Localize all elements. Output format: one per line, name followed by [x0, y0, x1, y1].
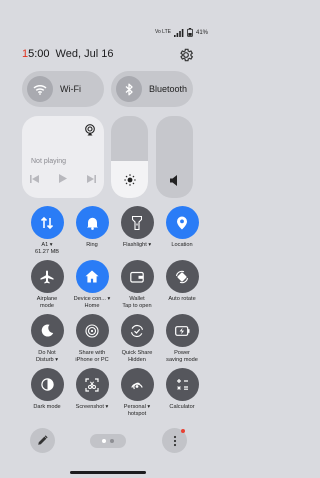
- tile-battery-saver[interactable]: Power saving mode: [158, 314, 206, 363]
- wallet-icon: [120, 260, 154, 293]
- volte-indicator: Vo LTE: [154, 29, 171, 35]
- pencil-icon: [38, 435, 48, 445]
- tile-label: Auto rotate: [168, 296, 196, 302]
- share-icon: [75, 314, 109, 347]
- media-status: Not playing: [31, 158, 67, 165]
- settings-button[interactable]: [178, 47, 194, 63]
- moon-icon: [30, 314, 64, 347]
- brightness-icon: [111, 174, 148, 186]
- next-icon[interactable]: [87, 170, 96, 188]
- tile-label: A1 ▾: [41, 242, 53, 248]
- tile-hotspot[interactable]: Personal ▾ hotspot: [113, 368, 161, 417]
- home-icon: [75, 260, 109, 293]
- wifi-toggle[interactable]: Wi-Fi: [22, 71, 104, 107]
- tile-label: Quick Share: [121, 350, 153, 356]
- wifi-icon: [27, 76, 53, 102]
- tile-label: Do Not: [38, 350, 56, 356]
- tile-sublabel: iPhone or PC: [75, 356, 109, 363]
- tile-moon[interactable]: Do Not Disturb ▾: [23, 314, 71, 363]
- cast-icon[interactable]: [84, 123, 96, 141]
- speaker-icon: [156, 175, 193, 186]
- more-vertical-icon: [173, 435, 176, 446]
- tile-label: Personal ▾: [123, 404, 151, 410]
- tile-location[interactable]: Location: [158, 206, 206, 249]
- page-dot: [110, 439, 114, 443]
- tile-label: Location: [171, 242, 193, 248]
- status-bar: Vo LTE 41%: [0, 0, 216, 44]
- tile-label: Power: [174, 350, 190, 356]
- tile-sublabel: mode: [40, 302, 54, 309]
- more-options-button[interactable]: [162, 428, 187, 453]
- tile-sublabel: Home: [84, 302, 100, 309]
- battery-percent: 41%: [195, 29, 208, 36]
- play-icon[interactable]: [59, 170, 67, 188]
- wifi-label: Wi-Fi: [60, 84, 81, 94]
- tile-sublabel: saving mode: [166, 356, 198, 363]
- date[interactable]: Wed, Jul 16: [56, 48, 114, 60]
- tile-auto-rotate[interactable]: Auto rotate: [158, 260, 206, 303]
- bluetooth-label: Bluetooth: [149, 84, 188, 94]
- tile-label: Dark mode: [33, 404, 61, 410]
- tile-airplane[interactable]: Airplane mode: [23, 260, 71, 309]
- media-player[interactable]: Not playing: [22, 116, 104, 198]
- tile-bell[interactable]: Ring: [68, 206, 116, 249]
- quick-share-icon: [120, 314, 154, 347]
- flashlight-icon: [120, 206, 154, 239]
- tile-calculator[interactable]: Calculator: [158, 368, 206, 411]
- hotspot-icon: [120, 368, 154, 401]
- mobile-data-icon: [30, 206, 64, 239]
- tile-dark-mode[interactable]: Dark mode: [23, 368, 71, 411]
- volume-slider[interactable]: [156, 116, 193, 198]
- tile-sublabel: 61.27 MB: [35, 248, 59, 255]
- bluetooth-toggle[interactable]: Bluetooth: [111, 71, 193, 107]
- tile-mobile-data[interactable]: A1 ▾ 61.27 MB: [23, 206, 71, 255]
- tile-label: Ring: [86, 242, 98, 248]
- previous-icon[interactable]: [30, 170, 39, 188]
- calculator-icon: [165, 368, 199, 401]
- clock[interactable]: 15:00: [22, 48, 50, 60]
- tile-label: Flashlight ▾: [122, 242, 152, 248]
- tile-label: Share with: [78, 350, 106, 356]
- dark-mode-icon: [30, 368, 64, 401]
- brightness-slider[interactable]: [111, 116, 148, 198]
- page-dot-active: [102, 439, 106, 443]
- auto-rotate-icon: [165, 260, 199, 293]
- media-controls: [30, 170, 96, 188]
- tile-quick-share[interactable]: Quick Share Hidden: [113, 314, 161, 363]
- notification-badge: [181, 429, 185, 433]
- bell-icon: [75, 206, 109, 239]
- status-icons: Vo LTE 41%: [155, 28, 208, 37]
- cellular-signal-icon: [173, 28, 184, 37]
- edit-button[interactable]: [30, 428, 55, 453]
- tile-label: Calculator: [169, 404, 195, 410]
- tile-sublabel: hotspot: [127, 410, 147, 417]
- tile-label: Screenshot ▾: [75, 404, 109, 410]
- gear-icon: [180, 48, 194, 62]
- tile-share[interactable]: Share with iPhone or PC: [68, 314, 116, 363]
- tile-label: Airplane: [36, 296, 58, 302]
- bottom-controls: [0, 428, 216, 456]
- tile-sublabel: Hidden: [128, 356, 146, 363]
- tile-sublabel: Tap to open: [122, 302, 152, 309]
- tile-home[interactable]: Device con... ▾ Home: [68, 260, 116, 309]
- header: 15:00 Wed, Jul 16: [22, 48, 113, 60]
- tile-flashlight[interactable]: Flashlight ▾: [113, 206, 161, 249]
- tile-sublabel: Disturb ▾: [35, 356, 59, 363]
- home-indicator[interactable]: [70, 471, 146, 474]
- tile-label: Device con... ▾: [73, 296, 111, 302]
- airplane-icon: [30, 260, 64, 293]
- tile-screenshot[interactable]: Screenshot ▾: [68, 368, 116, 411]
- location-icon: [165, 206, 199, 239]
- screenshot-icon: [75, 368, 109, 401]
- page-indicator[interactable]: [90, 434, 126, 448]
- battery-icon: [187, 28, 193, 37]
- tile-label: Wallet: [129, 296, 145, 302]
- bluetooth-icon: [116, 76, 142, 102]
- battery-saver-icon: [165, 314, 199, 347]
- tile-wallet[interactable]: Wallet Tap to open: [113, 260, 161, 309]
